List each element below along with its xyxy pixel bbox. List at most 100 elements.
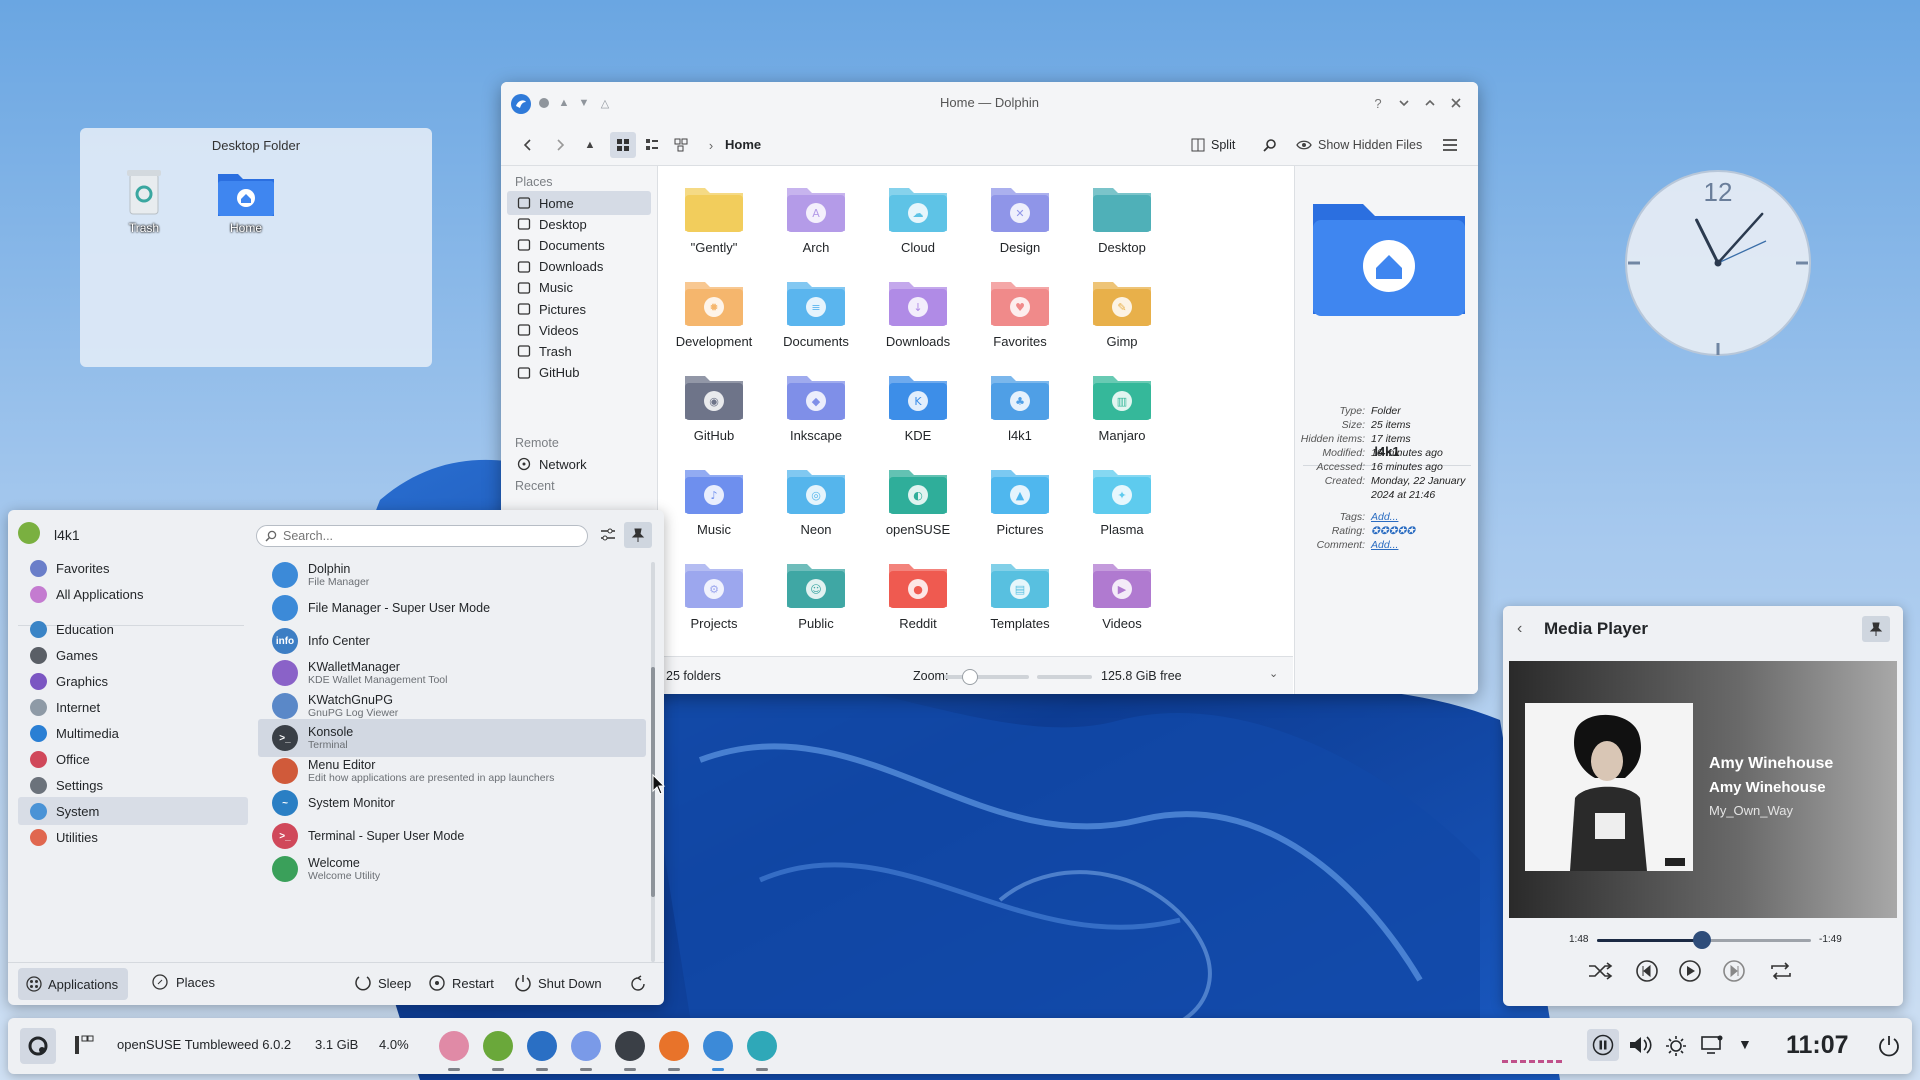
zoom-slider-handle[interactable]	[961, 669, 978, 685]
pager-button[interactable]	[74, 1034, 94, 1059]
seek-bar[interactable]	[1597, 931, 1811, 949]
folder-pictures[interactable]: ▲ Pictures	[965, 464, 1075, 537]
help-button[interactable]: ?	[1368, 93, 1388, 113]
category-education[interactable]: Education	[18, 615, 248, 643]
place-item-downloads[interactable]: Downloads	[507, 255, 651, 279]
folder-gently[interactable]: "Gently"	[659, 182, 769, 255]
place-item-network[interactable]: Network	[507, 452, 651, 476]
category-games[interactable]: Games	[18, 641, 248, 669]
media-control-button[interactable]	[1587, 1029, 1619, 1061]
category-graphics[interactable]: Graphics	[18, 667, 248, 695]
folder-plasma[interactable]: ✦ Plasma	[1067, 464, 1177, 537]
folder-downloads[interactable]: ↓ Downloads	[863, 276, 973, 349]
restart-button[interactable]: Restart	[428, 974, 494, 992]
folder-cloud[interactable]: ☁ Cloud	[863, 182, 973, 255]
shutdown-button[interactable]: Shut Down	[514, 974, 602, 992]
play-button[interactable]	[1678, 959, 1702, 986]
forward-button[interactable]	[549, 134, 571, 156]
menu-button[interactable]	[1439, 134, 1461, 156]
leave-button[interactable]	[628, 974, 648, 994]
maximize-button[interactable]	[1420, 93, 1440, 113]
folder-opensuse[interactable]: ◐ openSUSE	[863, 464, 973, 537]
disk-app-icon[interactable]	[747, 1031, 777, 1061]
firefox-app-icon[interactable]	[659, 1031, 689, 1061]
desktop-trash-icon[interactable]: Trash	[108, 166, 180, 235]
seek-handle[interactable]	[1692, 931, 1711, 949]
settings-app-icon[interactable]	[615, 1031, 645, 1061]
chevron-down-icon[interactable]: ⌄	[1269, 667, 1278, 680]
search-button[interactable]	[1259, 134, 1281, 156]
folder-arch[interactable]: A Arch	[761, 182, 871, 255]
volume-button[interactable]	[1628, 1034, 1654, 1059]
info-value[interactable]: Add...	[1371, 538, 1478, 552]
breadcrumb[interactable]: Home	[725, 137, 761, 152]
folder-development[interactable]: ✹ Development	[659, 276, 769, 349]
info-value[interactable]: Add...	[1371, 510, 1478, 524]
power-button[interactable]	[1877, 1034, 1901, 1061]
show-hidden-files-button[interactable]: Show Hidden Files	[1296, 134, 1422, 156]
user-avatar[interactable]	[18, 522, 40, 544]
scrollbar[interactable]	[651, 562, 655, 962]
folder-manjaro[interactable]: ▥ Manjaro	[1067, 370, 1177, 443]
desktop-home-icon[interactable]: Home	[210, 166, 282, 235]
minimize-button[interactable]	[1394, 93, 1414, 113]
folder-inkscape[interactable]: ◆ Inkscape	[761, 370, 871, 443]
search-input[interactable]	[283, 528, 573, 544]
folder-reddit[interactable]: ● Reddit	[863, 558, 973, 631]
folder-desktop[interactable]: Desktop	[1067, 182, 1177, 255]
shuffle-button[interactable]	[1587, 960, 1613, 985]
up-button[interactable]: ▲	[579, 134, 601, 156]
category-settings[interactable]: Settings	[18, 771, 248, 799]
compact-view-button[interactable]	[639, 132, 665, 158]
folder-documents[interactable]: ≡ Documents	[761, 276, 871, 349]
icons-view-button[interactable]	[610, 132, 636, 158]
app-welcome[interactable]: Welcome Welcome Utility	[258, 850, 646, 888]
category-office[interactable]: Office	[18, 745, 248, 773]
search-field[interactable]	[256, 525, 588, 547]
category-utilities[interactable]: Utilities	[18, 823, 248, 851]
zoom-slider[interactable]	[944, 669, 1029, 685]
star-icon[interactable]: ✪	[1380, 525, 1389, 537]
folder-videos[interactable]: ▶ Videos	[1067, 558, 1177, 631]
place-item-trash[interactable]: Trash	[507, 339, 651, 363]
folder-github[interactable]: ◉ GitHub	[659, 370, 769, 443]
split-button[interactable]: Split	[1191, 134, 1235, 156]
back-button[interactable]	[517, 134, 539, 156]
repeat-button[interactable]	[1768, 960, 1794, 985]
folder-gimp[interactable]: ✎ Gimp	[1067, 276, 1177, 349]
app-launcher-button[interactable]	[20, 1028, 56, 1064]
brightness-button[interactable]	[1664, 1034, 1688, 1061]
folder-l4k1[interactable]: ♣ l4k1	[965, 370, 1075, 443]
clock-time[interactable]: 11:07	[1786, 1031, 1849, 1060]
category-system[interactable]: System	[18, 797, 248, 825]
category-favorites[interactable]: Favorites	[18, 554, 248, 582]
folder-design[interactable]: ✕ Design	[965, 182, 1075, 255]
star-icon[interactable]: ✪	[1406, 525, 1415, 537]
rating-stars[interactable]: ✪✪✪✪✪	[1371, 524, 1478, 538]
places-tab[interactable]: Places	[152, 974, 215, 990]
previous-button[interactable]	[1635, 959, 1659, 986]
network-button[interactable]	[1700, 1034, 1724, 1059]
folder-public[interactable]: ☺ Public	[761, 558, 871, 631]
category-internet[interactable]: Internet	[18, 693, 248, 721]
next-button[interactable]	[1722, 959, 1746, 986]
star-icon[interactable]: ✪	[1371, 525, 1380, 537]
pin-launcher-button[interactable]	[624, 522, 652, 548]
back-icon[interactable]: ‹	[1517, 620, 1522, 638]
discover-app-icon[interactable]	[571, 1031, 601, 1061]
close-button[interactable]	[1446, 93, 1466, 113]
folder-kde[interactable]: K KDE	[863, 370, 973, 443]
star-icon[interactable]: ✪	[1397, 525, 1406, 537]
place-item-github[interactable]: GitHub	[507, 361, 651, 385]
category-all-applications[interactable]: All Applications	[18, 580, 248, 608]
system-tray-expand-icon[interactable]: ▼	[1738, 1036, 1752, 1052]
gecko-app-icon[interactable]	[483, 1031, 513, 1061]
applications-tab[interactable]: Applications	[18, 968, 129, 1000]
window-titlebar[interactable]: ▲ ▼ △ Home — Dolphin ?	[501, 82, 1478, 124]
system-monitor-app-icon[interactable]	[527, 1031, 557, 1061]
folder-projects[interactable]: ⚙ Projects	[659, 558, 769, 631]
category-multimedia[interactable]: Multimedia	[18, 719, 248, 747]
system-tray-app-icon[interactable]	[439, 1031, 469, 1061]
folder-music[interactable]: ♪ Music	[659, 464, 769, 537]
configure-button[interactable]	[599, 526, 621, 548]
